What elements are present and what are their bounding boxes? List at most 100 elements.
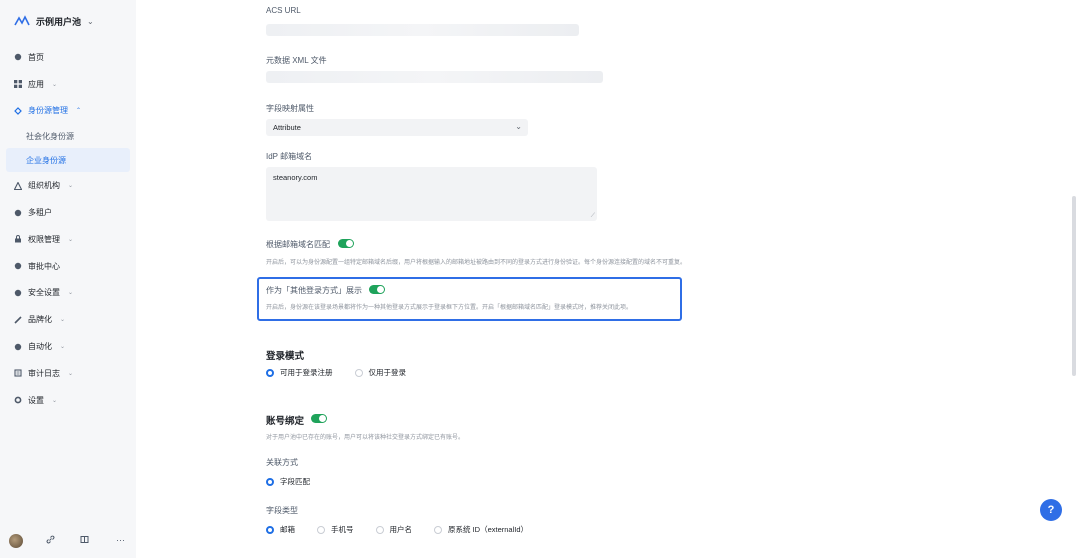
sidebar-item-label: 身份源管理 — [28, 106, 68, 116]
chevron-down-icon: ⌄ — [52, 397, 58, 404]
sidebar-item-security[interactable]: 安全设置 ⌄ — [0, 280, 136, 307]
chevron-down-icon: ⌄ — [87, 16, 94, 26]
link-icon[interactable] — [46, 535, 55, 546]
radio-unchecked[interactable] — [375, 525, 384, 534]
chevron-down-icon: ⌄ — [68, 370, 74, 377]
permission-icon — [14, 235, 22, 243]
field-type-option-email[interactable]: 邮箱 — [266, 524, 295, 535]
field-type-option-phone[interactable]: 手机号 — [317, 524, 354, 535]
user-pool-switcher[interactable]: 示例用户池 ⌄ — [14, 14, 94, 28]
sidebar-item-label: 审批中心 — [28, 261, 60, 271]
login-mode-option-login-only[interactable]: 仅用于登录 — [354, 367, 406, 378]
app-logo-icon — [14, 14, 30, 28]
login-mode-radio-group: 可用于登录注册 仅用于登录 — [266, 367, 428, 378]
sidebar-item-label: 安全设置 — [28, 288, 60, 298]
idp-domain-textarea[interactable]: steanory.com ⟋ — [266, 167, 597, 221]
tenant-icon — [14, 209, 22, 217]
field-mapping-select[interactable]: Attribute ⌄ — [266, 119, 528, 136]
chevron-down-icon: ⌄ — [52, 81, 58, 88]
idp-domain-label: IdP 邮箱域名 — [266, 152, 313, 161]
sidebar-item-audit[interactable]: 审计日志 ⌄ — [0, 360, 136, 387]
radio-unchecked[interactable] — [317, 525, 325, 534]
other-login-label: 作为「其他登录方式」展示 — [266, 286, 362, 295]
help-button[interactable]: ? — [1040, 499, 1062, 521]
radio-checked[interactable] — [266, 477, 274, 486]
radio-label: 字段匹配 — [280, 477, 310, 486]
acs-url-label: ACS URL — [266, 6, 301, 15]
vertical-scrollbar[interactable] — [1072, 196, 1076, 376]
identity-icon — [14, 107, 22, 115]
brand-icon — [14, 316, 22, 324]
chevron-down-icon: ⌄ — [68, 290, 74, 297]
link-method-option-field-match[interactable]: 字段匹配 — [266, 476, 310, 487]
chevron-down-icon: ⌄ — [60, 317, 66, 324]
sidebar-item-home[interactable]: 首页 — [0, 44, 136, 71]
more-icon[interactable]: ··· — [116, 535, 125, 545]
sidebar-item-label: 品牌化 — [28, 315, 52, 325]
user-pool-name: 示例用户池 — [36, 16, 82, 27]
email-domain-match-hint: 开启后，可以为身份源配置一组特定邮箱域名后缀，用户将根据输入的邮箱地址被路由到不… — [266, 260, 687, 266]
sidebar-item-approval[interactable]: 审批中心 — [0, 253, 136, 280]
sidebar-item-automation[interactable]: 自动化 ⌄ — [0, 333, 136, 360]
sidebar-item-label: 应用 — [28, 79, 44, 89]
idp-domain-value: steanory.com — [273, 173, 318, 182]
radio-unchecked[interactable] — [434, 525, 442, 534]
sidebar-item-permissions[interactable]: 权限管理 ⌄ — [0, 226, 136, 253]
home-icon — [14, 53, 22, 61]
automation-icon — [14, 343, 22, 351]
login-mode-title: 登录模式 — [266, 351, 305, 362]
email-domain-match-toggle[interactable] — [338, 239, 354, 248]
sidebar: 示例用户池 ⌄ 首页 应用 ⌄ 身份源管理 ⌃ 社会化身份源 企业身份源 组织机… — [0, 0, 136, 558]
chevron-down-icon: ⌄ — [60, 344, 66, 351]
sidebar-item-settings[interactable]: 设置 ⌄ — [0, 387, 136, 414]
acs-url-value — [266, 24, 579, 36]
radio-label: 可用于登录注册 — [280, 368, 333, 377]
field-type-option-external-id[interactable]: 原系统 ID（externalId） — [434, 524, 528, 535]
sidebar-item-apps[interactable]: 应用 ⌄ — [0, 71, 136, 98]
grid-icon — [14, 80, 22, 89]
shield-icon — [14, 289, 22, 297]
metadata-xml-value — [266, 71, 603, 83]
sidebar-item-label: 自动化 — [28, 342, 52, 352]
sidebar-subitem-enterprise[interactable]: 企业身份源 — [6, 148, 130, 173]
sidebar-item-branding[interactable]: 品牌化 ⌄ — [0, 306, 136, 333]
avatar[interactable] — [9, 534, 23, 548]
sidebar-footer: ··· — [0, 530, 136, 552]
account-binding-title: 账号绑定 — [266, 416, 305, 427]
field-mapping-label: 字段映射属性 — [266, 104, 314, 113]
sidebar-item-identity-sources[interactable]: 身份源管理 ⌃ — [0, 98, 136, 125]
field-type-option-username[interactable]: 用户名 — [375, 524, 412, 535]
sidebar-item-label: 权限管理 — [28, 234, 60, 244]
highlight-box — [257, 277, 682, 321]
login-mode-option-register[interactable]: 可用于登录注册 — [266, 367, 333, 378]
org-icon — [14, 181, 22, 190]
email-domain-match-label: 根据邮箱域名匹配 — [266, 240, 330, 249]
account-binding-toggle[interactable] — [311, 414, 327, 423]
field-mapping-value: Attribute — [273, 123, 301, 132]
account-binding-hint: 对于用户池中已存在的账号，用户可以将该种社交登录方式绑定已有账号。 — [266, 435, 465, 441]
sidebar-item-tenant[interactable]: 多租户 — [0, 199, 136, 226]
radio-label: 原系统 ID（externalId） — [448, 525, 529, 534]
radio-checked[interactable] — [266, 525, 274, 534]
gear-icon — [14, 396, 22, 404]
field-type-radio-group: 邮箱 手机号 用户名 原系统 ID（externalId） — [266, 524, 550, 535]
radio-unchecked[interactable] — [354, 368, 363, 377]
chevron-down-icon: ⌄ — [68, 236, 74, 243]
chevron-down-icon: ⌄ — [68, 183, 74, 190]
resize-grip-icon[interactable]: ⟋ — [591, 213, 595, 220]
audit-icon — [14, 369, 22, 377]
radio-checked[interactable] — [266, 368, 274, 377]
sidebar-subitem-social[interactable]: 社会化身份源 — [0, 124, 136, 148]
book-icon[interactable] — [80, 535, 89, 546]
other-login-toggle[interactable] — [369, 285, 385, 294]
metadata-xml-label: 元数据 XML 文件 — [266, 56, 327, 65]
sidebar-item-label: 首页 — [28, 52, 44, 62]
sidebar-item-label: 设置 — [28, 395, 44, 405]
main-content: ACS URL 元数据 XML 文件 字段映射属性 Attribute ⌄ Id… — [136, 0, 1080, 558]
sidebar-nav: 首页 应用 ⌄ 身份源管理 ⌃ 社会化身份源 企业身份源 组织机构 ⌄ 多租户 … — [0, 44, 136, 414]
sidebar-item-org[interactable]: 组织机构 ⌄ — [0, 172, 136, 199]
chevron-up-icon: ⌃ — [76, 108, 82, 115]
approval-icon — [14, 262, 22, 270]
radio-label: 邮箱 — [280, 525, 295, 534]
chevron-down-icon: ⌄ — [515, 122, 522, 131]
